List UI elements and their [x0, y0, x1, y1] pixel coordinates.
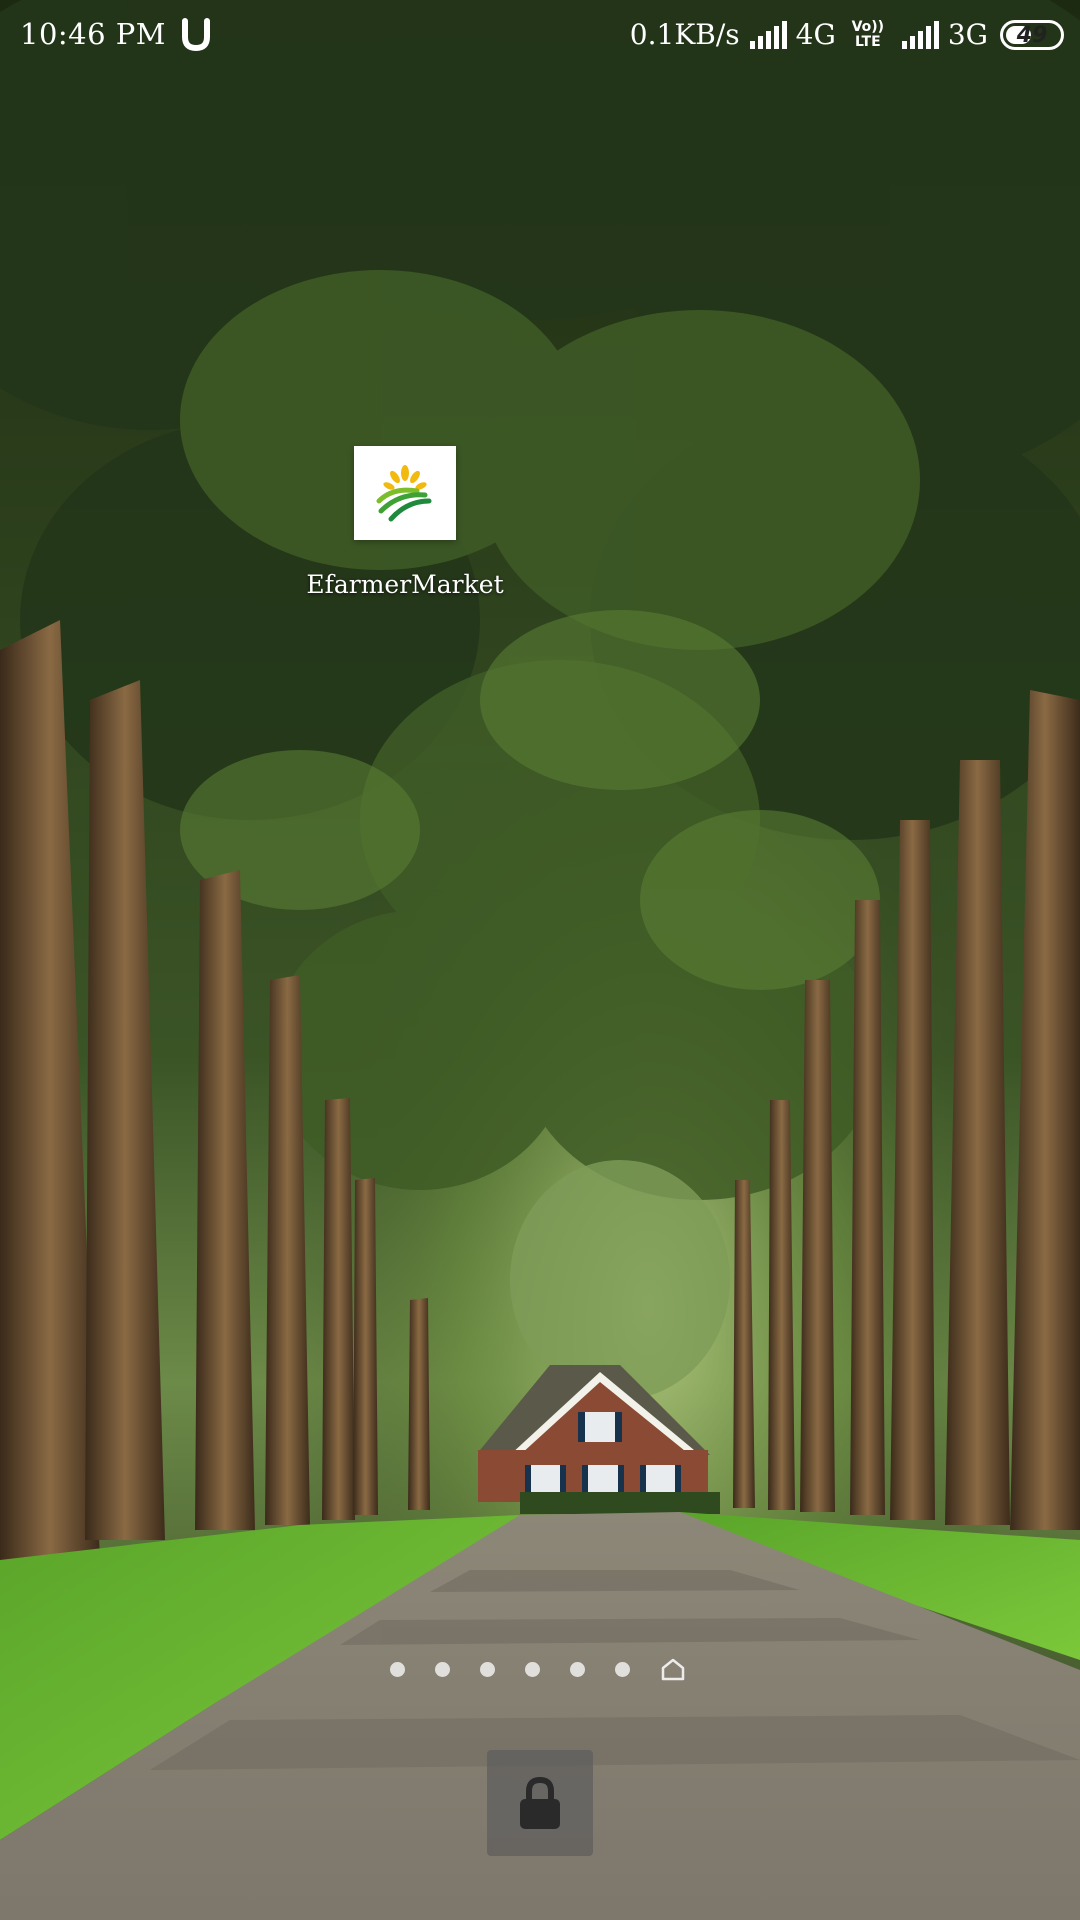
page-dot[interactable]: [480, 1661, 495, 1677]
volte-bottom-label: LTE: [854, 34, 881, 50]
volte-top-label: Vo)): [851, 19, 885, 35]
status-right-group: 0.1KB/s 4G Vo)) LTE 3G 49: [630, 14, 1064, 56]
lock-icon: [520, 1776, 560, 1829]
u-notification-icon: [182, 18, 210, 52]
page-dot[interactable]: [435, 1661, 450, 1677]
page-dot[interactable]: [570, 1661, 585, 1677]
efarmermarket-logo-icon: [376, 465, 432, 522]
network-type-3g: 3G: [947, 18, 988, 51]
home-icon[interactable]: [660, 1657, 686, 1681]
signal-strength-icon-sim2: [901, 21, 939, 49]
network-type-4g: 4G: [795, 18, 836, 51]
wallpaper: [0, 0, 1080, 1920]
efarmermarket-app-icon[interactable]: [354, 446, 456, 540]
app-label: EfarmerMarket: [306, 570, 504, 599]
signal-strength-icon: [749, 21, 787, 49]
page-dot[interactable]: [615, 1661, 630, 1677]
status-bar: 10:46 PM 0.1KB/s 4G Vo)) LTE 3G 49: [0, 0, 1080, 70]
volte-icon: Vo)) LTE: [850, 20, 886, 50]
lock-screen-button[interactable]: [487, 1750, 593, 1856]
battery-icon: 49: [1000, 20, 1064, 50]
network-speed: 0.1KB/s: [629, 18, 740, 51]
page-indicator[interactable]: [390, 1657, 686, 1681]
app-shortcut-efarmermarket[interactable]: EfarmerMarket: [300, 446, 510, 599]
page-dot[interactable]: [525, 1661, 540, 1677]
battery-level: 49: [1016, 22, 1048, 48]
status-time: 10:46 PM: [20, 17, 166, 51]
home-screen: 10:46 PM 0.1KB/s 4G Vo)) LTE 3G 49 Efarm…: [0, 0, 1080, 1920]
page-dot[interactable]: [390, 1661, 405, 1677]
